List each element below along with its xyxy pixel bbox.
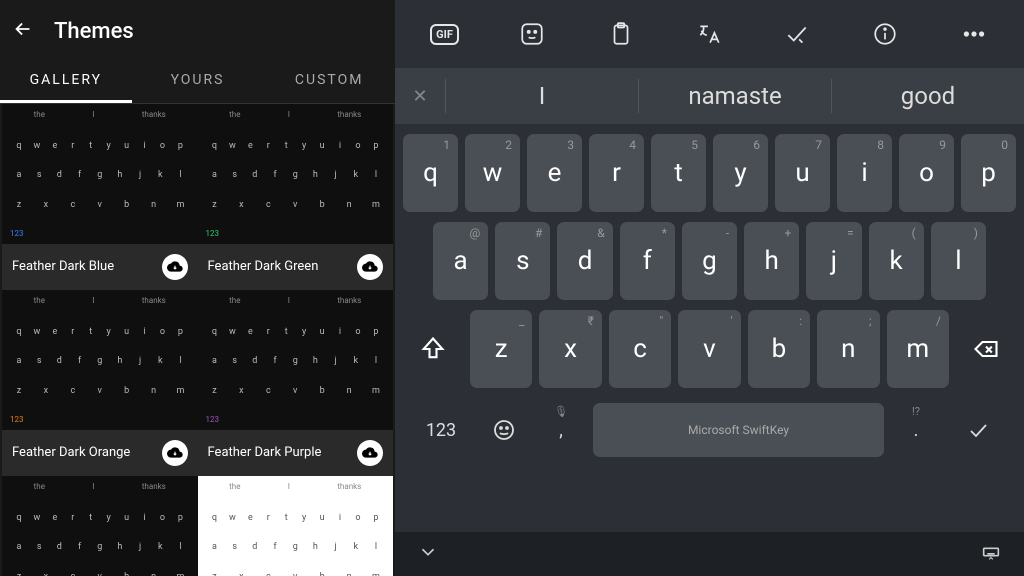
key-m[interactable]: /m [887,310,949,388]
back-button[interactable] [12,18,34,44]
key-i[interactable]: 8i [837,134,892,212]
shift-key[interactable] [403,310,463,388]
keyboard-bottom-row: 123 🎙, Microsoft SwiftKey !?. [403,398,1016,466]
theme-card[interactable]: theIthanksqwertyuiopasdfghjklzxcvbnm123 [198,476,394,576]
suggestion-3[interactable]: good [832,82,1024,110]
emoji-key[interactable] [479,403,529,457]
theme-card[interactable]: theIthanksqwertyuiopasdfghjklzxcvbnm123F… [2,104,198,290]
key-l[interactable]: )l [931,222,986,300]
suggestion-bar: ✕ I namaste good [395,68,1024,124]
key-q[interactable]: 1q [403,134,458,212]
nav-footer [395,532,1024,576]
key-t[interactable]: 5t [651,134,706,212]
theme-card[interactable]: theIthanksqwertyuiopasdfghjklzxcvbnm123F… [2,290,198,476]
theme-name: Feather Dark Orange [12,445,130,461]
tab-custom[interactable]: CUSTOM [263,58,395,103]
key-h[interactable]: +h [744,222,799,300]
key-w[interactable]: 2w [465,134,520,212]
download-button[interactable] [357,440,383,466]
gif-button[interactable]: GIF [430,24,459,45]
numeric-key[interactable]: 123 [411,403,471,457]
keyboard-panel: GIF ✕ I namaste good 1q2w3e4r5t6y7u8i9o0… [395,0,1024,576]
theme-name: Feather Dark Purple [208,445,322,461]
keyboard: 1q2w3e4r5t6y7u8i9o0p @a#s&d*f-g+h=j(k)l … [395,124,1024,532]
download-button[interactable] [162,440,188,466]
themes-panel: Themes GALLERY YOURS CUSTOM theIthanksqw… [0,0,395,576]
key-y[interactable]: 6y [713,134,768,212]
key-p[interactable]: 0p [961,134,1016,212]
backspace-key[interactable] [956,310,1016,388]
key-o[interactable]: 9o [899,134,954,212]
key-s[interactable]: #s [495,222,550,300]
key-j[interactable]: =j [806,222,861,300]
task-button[interactable] [782,19,812,49]
theme-tabs: GALLERY YOURS CUSTOM [0,58,395,104]
key-e[interactable]: 3e [527,134,582,212]
theme-grid: theIthanksqwertyuiopasdfghjklzxcvbnm123 F… [0,104,395,576]
theme-card[interactable]: theIthanksqwertyuiopasdfghjklzxcvbnm123 [2,476,198,576]
comma-key[interactable]: 🎙, [537,403,585,457]
key-k[interactable]: (k [869,222,924,300]
key-u[interactable]: 7u [775,134,830,212]
key-b[interactable]: :b [748,310,810,388]
keyboard-toolbar: GIF [395,0,1024,68]
key-x[interactable]: ₹x [539,310,601,388]
collapse-keyboard-icon[interactable] [417,541,439,567]
key-z[interactable]: _z [470,310,532,388]
download-button[interactable] [357,254,383,280]
key-d[interactable]: &d [557,222,612,300]
sticker-button[interactable] [517,19,547,49]
key-c[interactable]: "c [609,310,671,388]
more-button[interactable] [959,19,989,49]
keyboard-mode-icon[interactable] [980,541,1002,567]
tab-gallery[interactable]: GALLERY [0,58,132,103]
translate-button[interactable] [694,19,724,49]
theme-card[interactable]: theIthanksqwertyuiopasdfghjklzxcvbnm123F… [198,104,394,290]
period-key[interactable]: !?. [892,403,940,457]
key-a[interactable]: @a [433,222,488,300]
suggestion-2[interactable]: namaste [639,82,831,110]
key-r[interactable]: 4r [589,134,644,212]
key-n[interactable]: ;n [817,310,879,388]
info-button[interactable] [870,19,900,49]
download-button[interactable] [162,254,188,280]
theme-card[interactable]: theIthanksqwertyuiopasdfghjklzxcvbnm123F… [198,290,394,476]
mic-icon: 🎙 [554,405,568,418]
theme-name: Feather Dark Blue [12,259,114,275]
tab-yours[interactable]: YOURS [132,58,264,103]
theme-name: Feather Dark Green [208,259,319,275]
enter-key[interactable] [948,403,1008,457]
close-suggestions-icon[interactable]: ✕ [395,86,445,107]
key-v[interactable]: 'v [678,310,740,388]
space-key[interactable]: Microsoft SwiftKey [593,403,884,457]
suggestion-1[interactable]: I [446,82,638,110]
key-g[interactable]: -g [682,222,737,300]
key-f[interactable]: *f [620,222,675,300]
page-title: Themes [54,19,134,44]
clipboard-button[interactable] [606,19,636,49]
